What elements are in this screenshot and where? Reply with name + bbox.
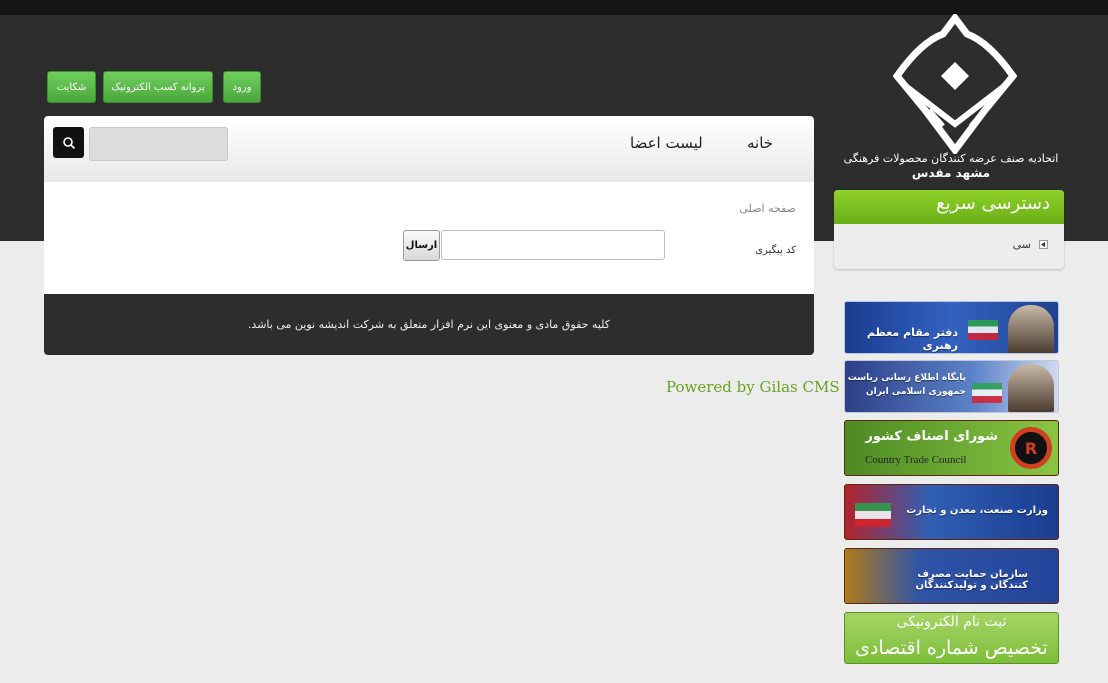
complaint-button[interactable]: شکایت bbox=[47, 71, 96, 103]
iran-flag-icon bbox=[855, 503, 891, 527]
top-strip bbox=[0, 0, 1108, 15]
banner-line-1: ثبت نام الکترونیکی bbox=[896, 614, 1007, 630]
quick-access-box: دسترسی سریع سی bbox=[834, 190, 1064, 269]
trade-council-banner[interactable]: R شورای اصناف کشور Country Trade Council bbox=[844, 420, 1059, 476]
economic-number-banner[interactable]: ثبت نام الکترونیکی تخصیص شماره اقتصادی bbox=[844, 612, 1059, 664]
tracking-code-label: کد پیگیری bbox=[755, 245, 796, 256]
industry-ministry-banner[interactable]: وزارت صنعت، معدن و تجارت bbox=[844, 484, 1059, 540]
banner-text: دفتر مقام معظم رهبری bbox=[866, 326, 958, 352]
consumer-protection-banner[interactable]: سازمان حمایت مصرف کنندگان و تولیدکنندگان bbox=[844, 548, 1059, 604]
iran-flag-icon bbox=[972, 383, 1002, 403]
tracking-code-input[interactable] bbox=[441, 230, 665, 260]
banner-subtitle: Country Trade Council bbox=[865, 454, 967, 466]
nav-home[interactable]: خانه bbox=[747, 134, 773, 152]
footer: کلیه حقوق مادی و معنوی این نرم افزار متع… bbox=[44, 294, 814, 355]
search-button[interactable] bbox=[53, 127, 84, 158]
nav-members-list[interactable]: لیست اعضا bbox=[630, 134, 703, 152]
presidency-banner[interactable]: پایگاه اطلاع رسانی ریاست جمهوری اسلامی ا… bbox=[844, 360, 1059, 413]
send-button[interactable]: ارسال bbox=[403, 230, 440, 261]
login-button[interactable]: ورود bbox=[223, 71, 261, 103]
gear-logo-icon: R bbox=[1010, 427, 1052, 469]
banner-text: سازمان حمایت مصرف کنندگان و تولیدکنندگان bbox=[915, 569, 1028, 591]
org-name: اتحادیه صنف عرضه کنندگان محصولات فرهنگی bbox=[843, 152, 1059, 165]
iran-flag-icon bbox=[968, 320, 998, 340]
arrow-left-icon bbox=[1039, 240, 1048, 249]
search-input[interactable] bbox=[89, 127, 228, 161]
quick-access-title: دسترسی سریع bbox=[834, 190, 1064, 224]
footer-copyright: کلیه حقوق مادی و معنوی این نرم افزار متع… bbox=[247, 318, 611, 331]
banner-title: شورای اصناف کشور bbox=[865, 429, 998, 444]
banner-text: وزارت صنعت، معدن و تجارت bbox=[906, 505, 1048, 516]
breadcrumb[interactable]: صفحه اصلی bbox=[739, 202, 796, 215]
union-logo bbox=[893, 14, 1017, 154]
banner-line-2: تخصیص شماره اقتصادی bbox=[855, 637, 1048, 659]
business-license-button[interactable]: پروانه کسب الکترونیک bbox=[103, 71, 213, 103]
leader-office-banner[interactable]: دفتر مقام معظم رهبری bbox=[844, 301, 1059, 354]
portrait-image bbox=[1008, 364, 1054, 412]
org-city: مشهد مقدس bbox=[911, 166, 991, 180]
powered-by-link[interactable]: Powered by Gilas CMS bbox=[666, 378, 840, 396]
portrait-image bbox=[1008, 305, 1054, 353]
quick-access-item-label: سی bbox=[1012, 238, 1031, 251]
search-icon bbox=[62, 136, 75, 149]
main-nav: خانه لیست اعضا bbox=[44, 116, 814, 182]
content-area: صفحه اصلی کد پیگیری ارسال bbox=[44, 182, 814, 294]
quick-access-item[interactable]: سی bbox=[1013, 238, 1048, 251]
banner-text: پایگاه اطلاع رسانی ریاست جمهوری اسلامی ا… bbox=[847, 373, 966, 397]
